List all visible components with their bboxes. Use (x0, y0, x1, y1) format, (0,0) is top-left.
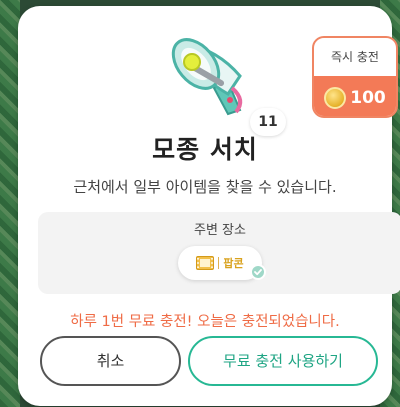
instant-charge-button[interactable]: 즉시 충전 100 (312, 36, 398, 118)
price-value: 100 (350, 88, 386, 108)
item-title: 모종 서치 (152, 135, 258, 164)
instant-charge-price: 100 (314, 76, 396, 116)
location-title: 주변 장소 (194, 223, 246, 238)
search-item-modal: 11 즉시 충전 100 모종 서치 근처에서 일부 아이템을 찾을 수 있습니… (18, 6, 400, 406)
item-description: 근처에서 일부 아이템을 찾을 수 있습니다. (73, 178, 337, 196)
instant-charge-label: 즉시 충전 (331, 50, 379, 64)
coin-icon (324, 87, 347, 109)
film-icon (196, 256, 215, 270)
check-icon (250, 264, 266, 280)
free-charge-notice: 하루 1번 무료 충전! 오늘은 충전되었습니다. (70, 314, 340, 330)
megaphone-icon (166, 30, 262, 126)
background-left (0, 0, 20, 407)
use-free-charge-button[interactable]: 무료 충전 사용하기 (188, 336, 378, 386)
location-chip-popcorn[interactable]: 팝콘 (178, 246, 262, 280)
nearby-location-panel: 주변 장소 팝콘 (38, 212, 400, 294)
location-chip-label: 팝콘 (223, 257, 244, 270)
chip-divider (218, 257, 220, 269)
cancel-button[interactable]: 취소 (40, 336, 181, 386)
